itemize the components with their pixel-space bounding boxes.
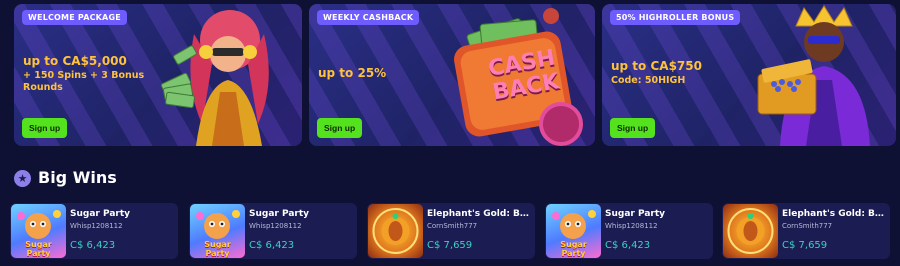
thumbnail-logo-text: Sugar Party [25, 240, 52, 258]
game-title[interactable]: Sugar Party [70, 209, 176, 219]
big-win-card[interactable]: Sugar Party Sugar Party Whisp1208112 C$ 6,4… [10, 203, 178, 259]
promo-badge: WELCOME PACKAGE [22, 10, 127, 25]
thumbnail-logo-text: Sugar Party [560, 240, 587, 258]
promo-card-cashback[interactable]: CASH BACK WEEKLY CASHBACK up to 25% Sign… [309, 4, 595, 146]
winner-username: CornSmith777 [427, 222, 478, 230]
winner-username: Whisp1208112 [605, 222, 658, 230]
promo-badge: WEEKLY CASHBACK [317, 10, 420, 25]
game-title[interactable]: Elephant's Gold: Buy Bonus [782, 209, 888, 219]
promo-headline: up to CA$750 [611, 59, 702, 73]
signup-button[interactable]: Sign up [610, 118, 656, 138]
game-thumbnail-sugar-party[interactable]: Sugar Party [190, 204, 245, 258]
promo-carousel: WELCOME PACKAGE up to CA$5,000 + 150 Spi… [14, 4, 896, 146]
game-thumbnail-sugar-party[interactable]: Sugar Party [546, 204, 601, 258]
big-win-card[interactable]: Elephant's Gold: Buy Bonus CornSmith777 C$… [722, 203, 890, 259]
signup-button[interactable]: Sign up [317, 118, 363, 138]
character-illustration [160, 10, 269, 146]
game-thumbnail-elephants-gold[interactable] [368, 204, 423, 258]
win-amount: C$ 6,423 [70, 240, 116, 251]
promo-subtext: + 150 Spins + 3 Bonus Rounds [23, 70, 145, 93]
big-win-card[interactable]: Elephant's Gold: Buy Bonus CornSmith777 C$… [367, 203, 535, 259]
big-win-card[interactable]: Sugar Party Sugar Party Whisp1208112 C$ 6,4… [189, 203, 357, 259]
winner-username: Whisp1208112 [249, 222, 302, 230]
big-win-card[interactable]: Sugar Party Sugar Party Whisp1208112 C$ 6,4… [545, 203, 713, 259]
win-amount: C$ 7,659 [427, 240, 473, 251]
game-title[interactable]: Elephant's Gold: Buy Bonus [427, 209, 533, 219]
section-title: Big Wins [38, 168, 117, 187]
promo-badge: 50% HIGHROLLER BONUS [610, 10, 741, 25]
game-thumbnail-sugar-party[interactable]: Sugar Party [11, 204, 66, 258]
promo-headline: up to CA$5,000 [23, 54, 127, 68]
star-icon: ★ [14, 170, 31, 187]
promo-card-highroller[interactable]: 50% HIGHROLLER BONUS up to CA$750 Code: … [602, 4, 896, 146]
win-amount: C$ 6,423 [605, 240, 651, 251]
win-amount: C$ 6,423 [249, 240, 295, 251]
win-amount: C$ 7,659 [782, 240, 828, 251]
king-illustration [757, 5, 870, 146]
promo-headline: up to 25% [318, 66, 387, 80]
winner-username: CornSmith777 [782, 222, 833, 230]
thumbnail-logo-text: Sugar Party [204, 240, 231, 258]
promo-card-welcome[interactable]: WELCOME PACKAGE up to CA$5,000 + 150 Spi… [14, 4, 302, 146]
game-title[interactable]: Sugar Party [605, 209, 711, 219]
game-thumbnail-elephants-gold[interactable] [723, 204, 778, 258]
winner-username: Whisp1208112 [70, 222, 123, 230]
signup-button[interactable]: Sign up [22, 118, 68, 138]
promo-code: Code: 50HIGH [611, 75, 686, 86]
game-title[interactable]: Sugar Party [249, 209, 355, 219]
